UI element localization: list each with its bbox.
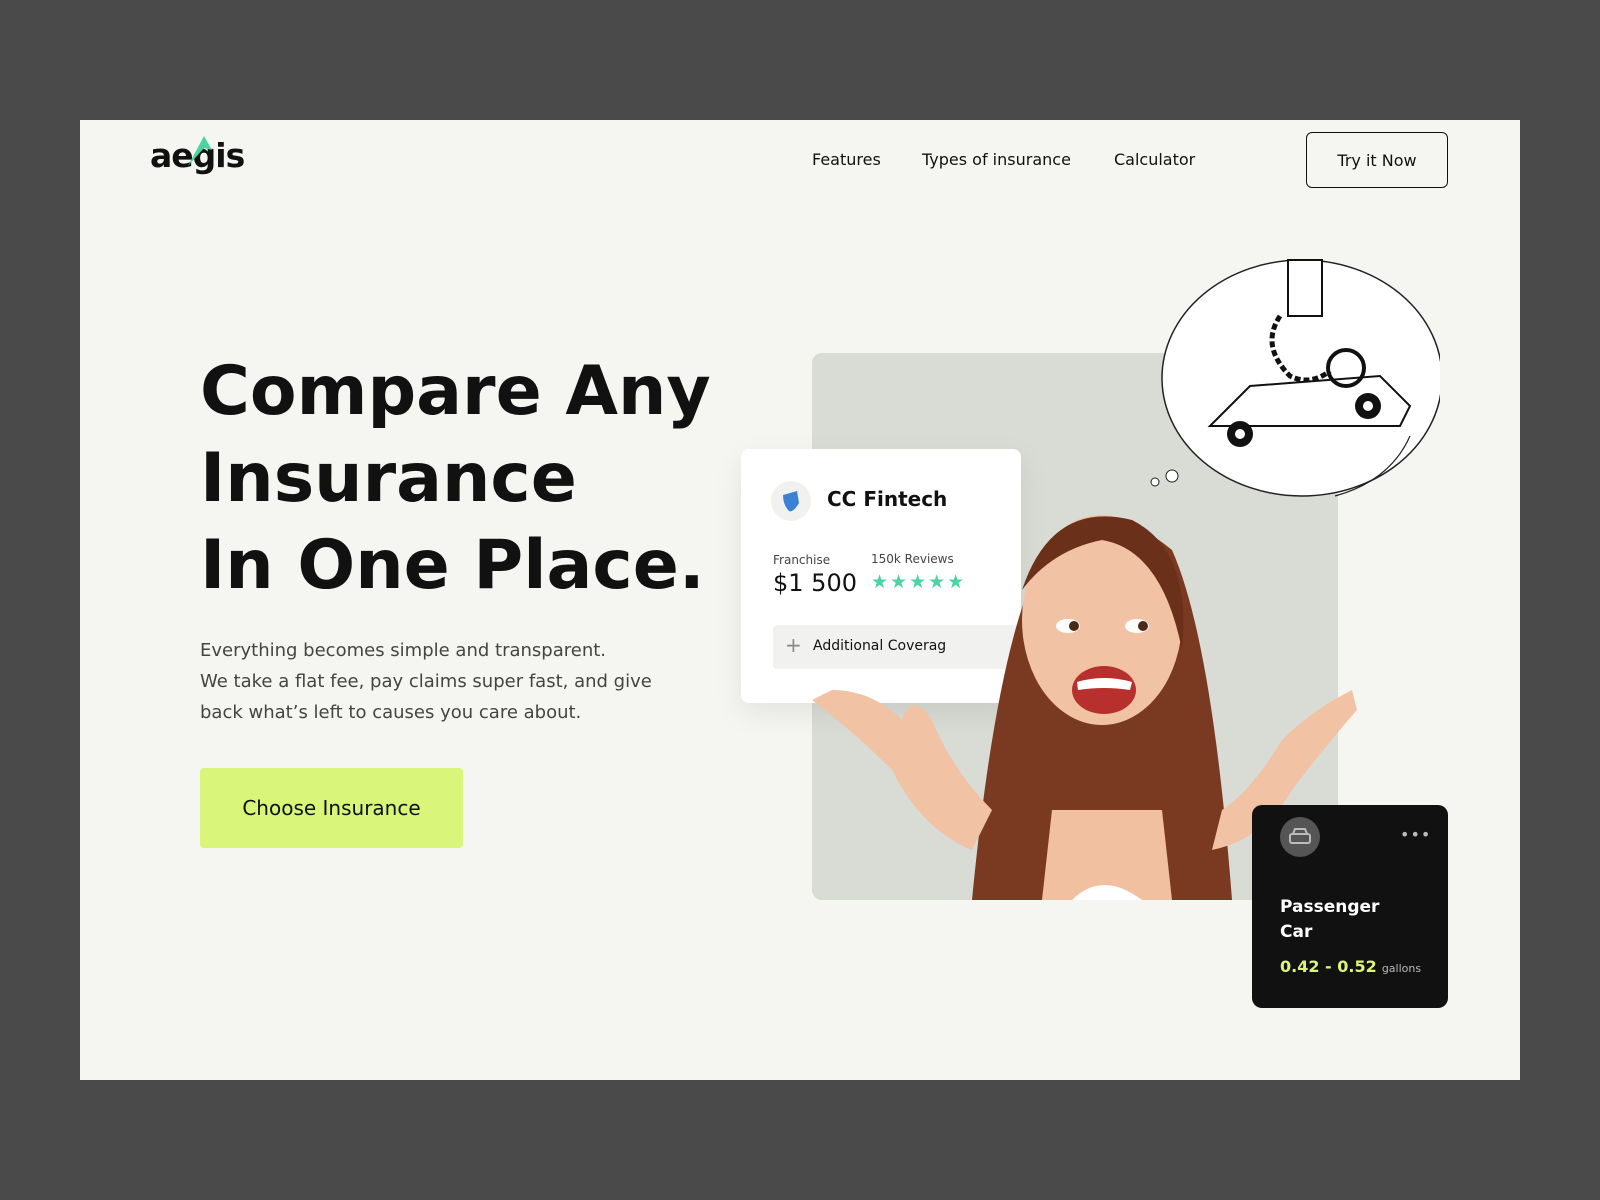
landing-page: aegis Features Types of insurance Calcul… [80,120,1520,1080]
hero-description: Everything becomes simple and transparen… [200,640,652,723]
car-icon [1280,817,1320,857]
nav-types[interactable]: Types of insurance [922,150,1071,169]
plus-icon: + [785,633,802,657]
thought-bubble-illustration [1150,259,1440,497]
fuel-unit: gallons [1381,962,1422,975]
more-icon[interactable]: ••• [1400,825,1431,844]
fuel-range: 0.42 - 0.52 [1280,957,1377,976]
nav-calculator[interactable]: Calculator [1114,150,1195,169]
car-card-title: Passenger [1280,897,1380,917]
logo-arrow-icon [188,136,212,166]
passenger-car-card[interactable]: ••• Passenger Car 0.42 - 0.52 gallons [1252,805,1448,1008]
nav-features[interactable]: Features [812,150,881,169]
shield-icon [771,481,811,521]
hero-title: Compare Any Insurance In One Place. [200,352,711,605]
choose-insurance-button[interactable]: Choose Insurance [200,768,463,848]
try-it-now-button[interactable]: Try it Now [1306,132,1448,188]
logo[interactable]: aegis [150,136,245,175]
